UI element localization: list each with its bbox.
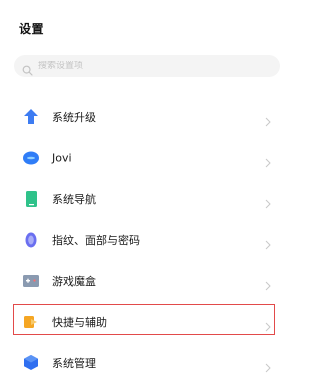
chevron-right-icon (265, 194, 271, 208)
settings-item-jovi[interactable]: Jovi (0, 137, 298, 178)
settings-item-system-management[interactable]: 系统管理 (0, 342, 298, 383)
settings-list: 系统升级 Jovi 系统导航 指纹、面部与密码 游戏魔盒 快捷与辅助 系统管理 (0, 96, 298, 383)
arrow-up-icon (23, 109, 39, 125)
jovi-icon (23, 150, 39, 166)
settings-item-label: 游戏魔盒 (52, 274, 96, 288)
search-bar[interactable] (14, 55, 280, 77)
search-input[interactable] (38, 61, 238, 71)
settings-item-system-navigation[interactable]: 系统导航 (0, 178, 298, 219)
game-box-icon (23, 273, 39, 289)
settings-item-shortcut-assist[interactable]: 快捷与辅助 (0, 301, 298, 342)
settings-item-fingerprint-face-password[interactable]: 指纹、面部与密码 (0, 219, 298, 260)
settings-item-label: 系统导航 (52, 192, 96, 206)
phone-icon (23, 190, 39, 207)
fingerprint-icon (23, 232, 39, 248)
settings-item-game-box[interactable]: 游戏魔盒 (0, 260, 298, 301)
chevron-right-icon (265, 276, 271, 290)
chevron-right-icon (265, 235, 271, 249)
system-manage-icon (23, 355, 39, 371)
shortcut-icon (23, 314, 39, 330)
settings-item-label: 系统管理 (52, 356, 96, 370)
settings-item-label: 系统升级 (52, 110, 96, 124)
settings-item-system-update[interactable]: 系统升级 (0, 96, 298, 137)
settings-item-label: 快捷与辅助 (52, 315, 107, 329)
settings-item-label: 指纹、面部与密码 (52, 233, 140, 247)
chevron-right-icon (265, 153, 271, 167)
chevron-right-icon (265, 317, 271, 331)
settings-item-label: Jovi (52, 151, 72, 164)
page-title: 设置 (19, 22, 45, 36)
chevron-right-icon (265, 358, 271, 372)
search-icon (22, 61, 33, 76)
chevron-right-icon (265, 112, 271, 126)
